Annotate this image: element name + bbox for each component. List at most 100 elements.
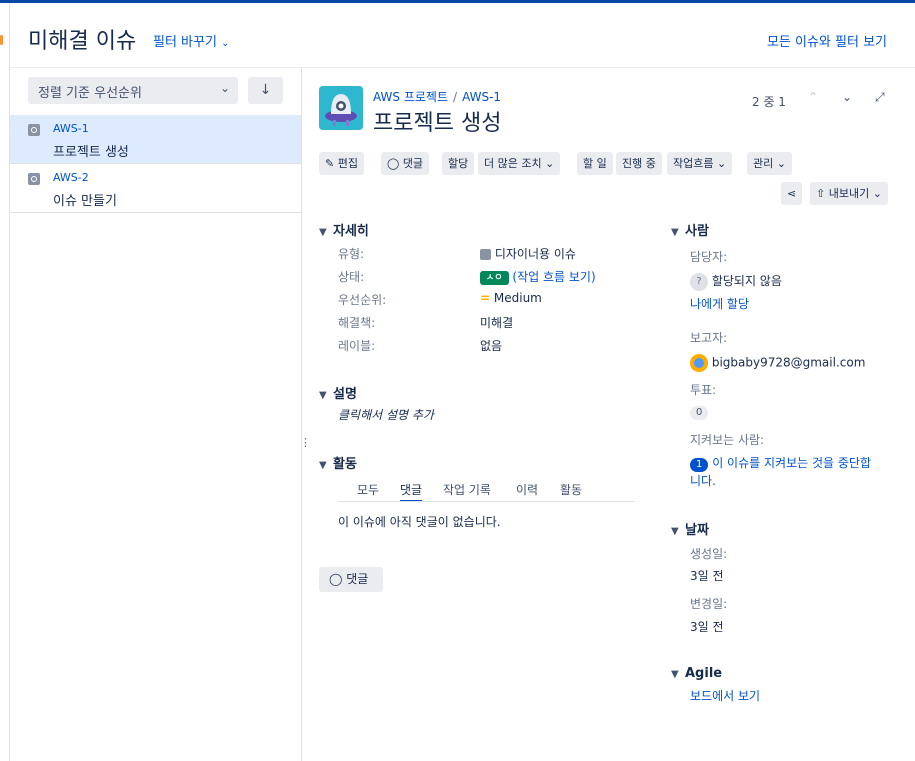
comment-icon: ◯ bbox=[387, 157, 400, 170]
resolution-label: 해결책: bbox=[338, 316, 376, 330]
issue-list-item[interactable]: AWS-2 이슈 만들기 bbox=[10, 164, 301, 213]
no-comments-message: 이 이슈에 아직 댓글이 없습니다. bbox=[338, 515, 501, 529]
stop-watching-link[interactable]: 이 이슈를 지켜보는 것을 중단합 bbox=[712, 456, 871, 470]
details-section-header[interactable]: ▼ 자세히 bbox=[319, 220, 369, 239]
pencil-icon: ✎ bbox=[325, 157, 335, 170]
sort-select[interactable]: 정렬 기준 우선순위 ⌄ bbox=[28, 77, 238, 104]
tab-activity[interactable]: 활동 bbox=[560, 481, 582, 498]
chevron-down-icon: ▼ bbox=[671, 669, 679, 680]
more-actions-label: 더 많은 조치 bbox=[484, 157, 542, 170]
sort-direction-button[interactable]: ↓ bbox=[248, 77, 283, 104]
issue-summary: 이슈 만들기 bbox=[53, 194, 117, 209]
nav-indicator bbox=[0, 35, 3, 45]
view-on-board-link[interactable]: 보드에서 보기 bbox=[690, 687, 760, 704]
sort-select-label: 정렬 기준 우선순위 bbox=[38, 86, 142, 101]
workflow-button[interactable]: 작업흐름 ⌄ bbox=[667, 152, 733, 175]
project-avatar-icon bbox=[319, 86, 363, 130]
view-workflow-link[interactable]: (작업 흐름 보기) bbox=[512, 270, 595, 284]
chevron-down-icon: ⌄ bbox=[221, 38, 230, 49]
labels-value: 없음 bbox=[480, 339, 503, 353]
issue-list-item[interactable]: AWS-1 프로젝트 생성 bbox=[10, 115, 301, 164]
todo-button[interactable]: 할 일 bbox=[577, 152, 613, 175]
issue-summary: 프로젝트 생성 bbox=[53, 145, 129, 160]
more-actions-button[interactable]: 더 많은 조치 ⌄ bbox=[478, 152, 561, 175]
chevron-down-icon: ▼ bbox=[671, 526, 679, 537]
edit-button-label: 편집 bbox=[337, 157, 358, 170]
chevron-down-icon: ⌄ bbox=[716, 157, 727, 170]
issue-type-icon bbox=[28, 173, 40, 185]
issue-key: AWS-2 bbox=[53, 171, 89, 184]
share-icon: ⋖ bbox=[787, 187, 797, 200]
issue-type-icon bbox=[28, 124, 40, 136]
comment-button[interactable]: ◯ 댓글 bbox=[381, 152, 430, 175]
activity-section-header[interactable]: ▼ 활동 bbox=[319, 453, 357, 472]
breadcrumb-separator: / bbox=[453, 90, 458, 104]
add-comment-button[interactable]: ◯ 댓글 bbox=[319, 567, 383, 592]
issue-list-panel: 정렬 기준 우선순위 ⌄ ↓ AWS-1 프로젝트 생성 AWS-2 이슈 만들… bbox=[10, 68, 302, 761]
tab-comments[interactable]: 댓글 bbox=[400, 481, 423, 502]
dates-section-header[interactable]: ▼ 날짜 bbox=[671, 519, 709, 538]
reporter-label: 보고자: bbox=[690, 331, 728, 345]
all-issues-link[interactable]: 모든 이슈와 필터 보기 bbox=[767, 31, 887, 50]
tab-worklog[interactable]: 작업 기록 bbox=[443, 481, 491, 498]
votes-label: 투표: bbox=[690, 383, 717, 397]
chevron-down-icon: ▼ bbox=[671, 227, 679, 238]
export-button[interactable]: ⇧ 내보내기 ⌄ bbox=[810, 182, 888, 205]
watchers-count-badge: 1 bbox=[690, 458, 709, 472]
type-label: 유형: bbox=[338, 247, 365, 261]
assignee-value: ? 할당되지 않음 bbox=[690, 272, 782, 291]
reporter-value: bigbaby9728@gmail.com bbox=[690, 354, 865, 372]
assign-button[interactable]: 할당 bbox=[442, 152, 475, 175]
priority-value: = Medium bbox=[480, 291, 542, 305]
arrow-down-icon: ↓ bbox=[259, 82, 272, 98]
reporter-value-text: bigbaby9728@gmail.com bbox=[711, 355, 866, 370]
updated-value: 3일 전 bbox=[690, 620, 724, 634]
admin-button[interactable]: 관리 ⌄ bbox=[747, 152, 792, 175]
priority-value-text: Medium bbox=[493, 291, 542, 305]
chevron-down-icon: ▼ bbox=[319, 390, 327, 401]
details-section-title: 자세히 bbox=[333, 224, 369, 239]
votes-value[interactable]: 0 bbox=[690, 404, 709, 420]
expand-icon[interactable]: ⤢ bbox=[875, 90, 885, 105]
breadcrumb-issue-key[interactable]: AWS-1 bbox=[462, 90, 501, 104]
people-section-header[interactable]: ▼ 사람 bbox=[671, 220, 709, 239]
votes-count-badge: 0 bbox=[690, 406, 709, 420]
chevron-down-icon: ▼ bbox=[319, 460, 327, 471]
watchers-label: 지켜보는 사람: bbox=[690, 433, 765, 447]
agile-section-header[interactable]: ▼ Agile bbox=[671, 666, 722, 681]
breadcrumb-project[interactable]: AWS 프로젝트 bbox=[373, 90, 448, 104]
assignee-label: 담당자: bbox=[690, 250, 728, 264]
export-button-label: 내보내기 bbox=[828, 187, 870, 200]
edit-button[interactable]: ✎ 편집 bbox=[319, 152, 364, 175]
issue-type-icon bbox=[480, 249, 491, 260]
chevron-down-icon: ⌄ bbox=[776, 157, 786, 170]
dates-section-title: 날짜 bbox=[685, 523, 709, 538]
status-label: 상태: bbox=[338, 270, 365, 284]
chevron-down-icon: ⌄ bbox=[545, 157, 555, 170]
assign-to-me-link[interactable]: 나에게 할당 bbox=[690, 295, 749, 312]
pager-position: 2 중 1 bbox=[752, 95, 786, 109]
comment-icon: ◯ bbox=[329, 572, 343, 586]
left-nav-strip bbox=[0, 3, 10, 761]
filter-toggle[interactable]: 필터 바꾸기 ⌄ bbox=[153, 31, 229, 50]
stop-watching-link-cont[interactable]: 니다. bbox=[690, 474, 716, 488]
agile-section-title: Agile bbox=[685, 666, 723, 681]
chevron-down-icon: ▼ bbox=[319, 227, 327, 238]
filter-toggle-label: 필터 바꾸기 bbox=[153, 35, 217, 50]
in-progress-button[interactable]: 진행 중 bbox=[616, 152, 662, 175]
description-section-header[interactable]: ▼ 설명 bbox=[319, 383, 357, 402]
chevron-down-icon: ⌄ bbox=[872, 187, 882, 200]
tab-history[interactable]: 이력 bbox=[516, 481, 538, 498]
description-placeholder[interactable]: 클릭해서 설명 추가 bbox=[338, 406, 434, 423]
chevron-down-icon[interactable]: ⌄ bbox=[842, 90, 852, 104]
issue-key: AWS-1 bbox=[53, 122, 89, 135]
page-header: 미해결 이슈 필터 바꾸기 ⌄ 모든 이슈와 필터 보기 bbox=[10, 3, 915, 68]
labels-label: 레이블: bbox=[338, 339, 376, 353]
export-icon: ⇧ bbox=[816, 187, 826, 200]
chevron-up-icon[interactable]: ⌃ bbox=[808, 90, 818, 104]
type-value: 디자이너용 이슈 bbox=[480, 245, 576, 262]
description-section-title: 설명 bbox=[333, 387, 357, 402]
tab-all[interactable]: 모두 bbox=[357, 481, 379, 498]
comment-button-label: 댓글 bbox=[402, 157, 424, 170]
share-button[interactable]: ⋖ bbox=[781, 182, 803, 205]
